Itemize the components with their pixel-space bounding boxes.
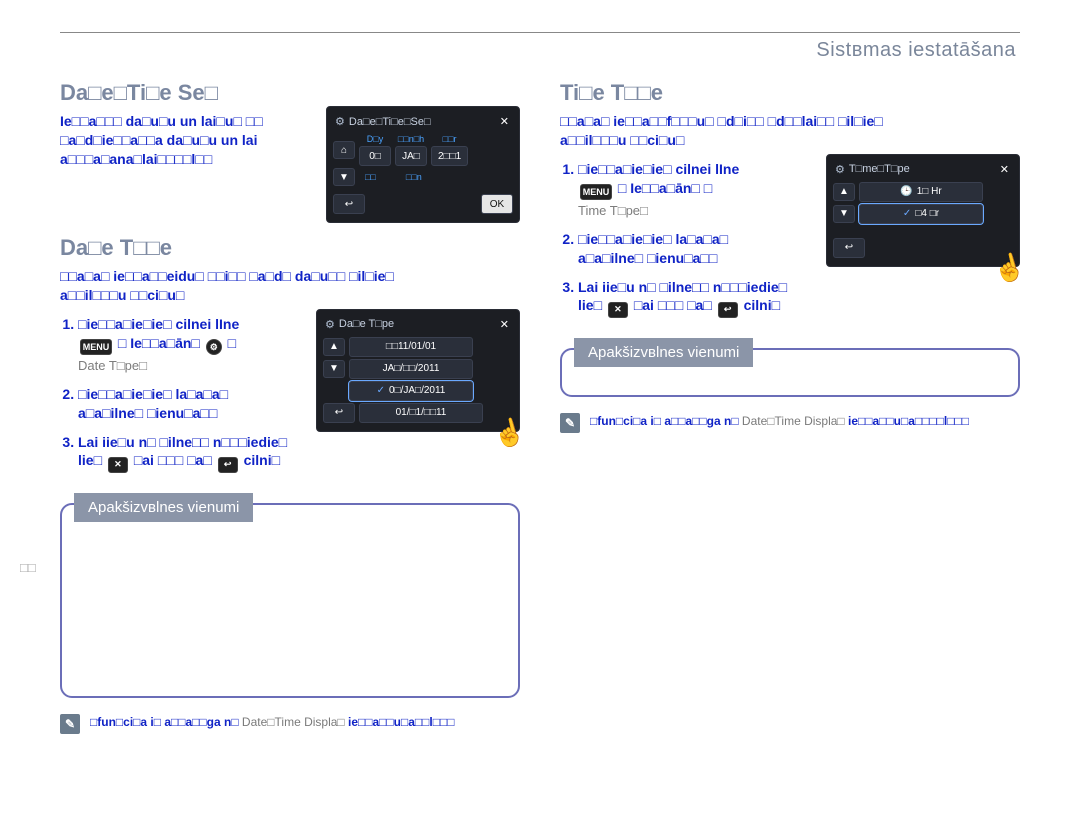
screenshot-datetime-set: ⚙ Da□e□Ti□e□Se□ ✕ ⌂ D□y 0□ (326, 106, 520, 223)
step-1-sub: Time T□pe□ (578, 202, 820, 220)
step-1-sub: Date T□pe□ (78, 357, 320, 375)
shot2-title-row: ⚙ Da□e T□pe ✕ (325, 318, 511, 331)
list-item[interactable]: JA□/□□/2011 (349, 359, 473, 379)
time-type-lede: □□a□a□ ie□□a□□f□□□u□ □d□i□□ □d□□lai□□ □i… (560, 112, 1020, 150)
down-icon[interactable]: ▼ (333, 168, 355, 186)
shot3-title-text: T□me□T□pe (849, 163, 910, 175)
footnote-left: ✎ □fun□ci□a i□ a□□a□□ga n□ Date□Time Dis… (60, 714, 520, 734)
step-2: □ie□□a□ie□ie□ la□a□a□ a□a□ilne□ □ienu□a□… (578, 230, 820, 268)
footnote-right: ✎ □fun□ci□a i□ a□□a□□ga n□ Date□Time Dis… (560, 413, 1020, 433)
submenu-callout-left: Apakšizvвlnes vienumi (60, 503, 520, 698)
step-1-tail: MENU □ Ie□□a□ān□ □ (578, 180, 712, 196)
gear-icon: ⚙ (835, 163, 845, 176)
list-item[interactable]: □□11/01/01 (349, 337, 473, 357)
clock-icon: 🕒 (900, 186, 912, 197)
shot-title-text: Da□e□Ti□e□Se□ (349, 116, 431, 128)
step-3: Lai iie□u n□ □ilne□□ n□□□iedie□ lie□ ✕ □… (78, 433, 320, 473)
section-title-datetime-set: Da□e□Ti□e Se□ (60, 80, 520, 106)
page-number: □□ (20, 560, 36, 575)
screenshot-time-type: ⚙ T□me□T□pe ✕ ▲🕒1□ Hr ▼✓□4 □r ↩ (826, 154, 1020, 267)
menu-icon: MENU (80, 339, 112, 355)
back-icon[interactable]: ↩ (833, 238, 865, 258)
page: Sistвmas iestatāšana Da□e□Ti□e Se□ ⚙ Da□… (60, 0, 1020, 750)
page-header: Sistвmas iestatāšana (60, 39, 1016, 62)
back-icon: ↩ (218, 457, 238, 473)
check-icon: ✓ (377, 385, 385, 396)
close-icon: ✕ (608, 302, 628, 318)
screenshot-date-type: ⚙ Da□e T□pe ✕ ▲□□11/01/01 ▼JA□/□□/2011 ✓… (316, 309, 520, 432)
step-1: □ie□□a□ie□ie□ cilnei lIne MENU □ Ie□□a□ā… (578, 160, 820, 220)
top-rule (60, 32, 1020, 33)
callout-title-right: Apakšizvвlnes vienumi (574, 338, 753, 367)
year-value[interactable]: 2□□1 (431, 146, 468, 166)
label-day: D□y (367, 134, 383, 144)
list-item-selected[interactable]: ✓0□/JA□/2011 (349, 381, 473, 401)
submenu-callout-right: Apakšizvвlnes vienumi (560, 348, 1020, 397)
callout-title-left: Apakšizvвlnes vienumi (74, 493, 253, 522)
note-icon: ✎ (560, 413, 580, 433)
menu-icon: MENU (580, 184, 612, 200)
date-type-steps: □ie□□a□ie□ie□ cilnei lIne MENU □ Ie□□a□ā… (60, 315, 320, 473)
back-icon: ↩ (718, 302, 738, 318)
day-value[interactable]: 0□ (359, 146, 391, 166)
label-year: □□r (443, 134, 457, 144)
two-column-layout: Da□e□Ti□e Se□ ⚙ Da□e□Ti□e□Se□ ✕ ⌂ (60, 68, 1020, 750)
up-icon[interactable]: ▲ (833, 183, 855, 201)
list-item-selected[interactable]: ✓□4 □r (859, 204, 983, 224)
home-icon[interactable]: ⌂ (333, 141, 355, 159)
list-item[interactable]: 01/□1/□□11 (359, 403, 483, 423)
gear-icon: ⚙ (325, 318, 335, 331)
shot2-title-text: Da□e T□pe (339, 318, 394, 330)
section-title-time-type: Ti□e T□□e (560, 80, 1020, 106)
down-icon[interactable]: ▼ (833, 205, 855, 223)
shot-title-row: ⚙ Da□e□Ti□e□Se□ ✕ (335, 115, 511, 128)
ok-button[interactable]: OK (481, 194, 513, 214)
close-icon: ✕ (108, 457, 128, 473)
datetime-set-lede: Ie□□a□□□ da□u□u un lai□u□ □□ □a□d□ie□□a□… (60, 112, 310, 169)
date-type-lede: □□a□a□ ie□□a□□eidu□ □□i□□ □a□d□ da□u□□ □… (60, 267, 520, 305)
shot3-title-row: ⚙ T□me□T□pe ✕ (835, 163, 1011, 176)
check-icon: ✓ (903, 208, 911, 219)
back-icon[interactable]: ↩ (323, 403, 355, 423)
step-3: Lai iie□u n□ □ilne□□ n□□□iedie□ lie□ ✕ □… (578, 278, 820, 318)
step-2: □ie□□a□ie□ie□ la□a□a□ a□a□ilne□ □ienu□a□… (78, 385, 320, 423)
label-hr: □□ (365, 172, 376, 182)
close-icon[interactable]: ✕ (498, 318, 511, 331)
up-icon[interactable]: ▲ (323, 338, 345, 356)
label-min: □□n (406, 172, 422, 182)
label-month: □□n□h (398, 134, 424, 144)
month-value[interactable]: JA□ (395, 146, 427, 166)
right-column: Ti□e T□□e □□a□a□ ie□□a□□f□□□u□ □d□i□□ □d… (560, 68, 1020, 750)
step-1: □ie□□a□ie□ie□ cilnei lIne MENU □ Ie□□a□ā… (78, 315, 320, 375)
date-set-grid: D□y 0□ □□n□h JA□ □□r 2□□1 (359, 134, 468, 166)
note-icon: ✎ (60, 714, 80, 734)
left-column: Da□e□Ti□e Se□ ⚙ Da□e□Ti□e□Se□ ✕ ⌂ (60, 68, 520, 750)
list-item[interactable]: 🕒1□ Hr (859, 182, 983, 202)
close-icon[interactable]: ✕ (998, 163, 1011, 176)
section-title-date-type: Da□e T□□e (60, 235, 520, 261)
time-type-steps: □ie□□a□ie□ie□ cilnei lIne MENU □ Ie□□a□ā… (560, 160, 820, 318)
footnote-text: □fun□ci□a i□ a□□a□□ga n□ Date□Time Displ… (90, 714, 455, 730)
step-1-tail: MENU □ Ie□□a□ān□ ⚙ □ (78, 335, 236, 351)
close-icon[interactable]: ✕ (498, 115, 511, 128)
down-icon[interactable]: ▼ (323, 360, 345, 378)
footnote-text: □fun□ci□a i□ a□□a□□ga n□ Date□Time Displ… (590, 413, 969, 429)
gear-icon: ⚙ (335, 115, 345, 128)
gear-icon: ⚙ (206, 339, 222, 355)
back-icon[interactable]: ↩ (333, 194, 365, 214)
